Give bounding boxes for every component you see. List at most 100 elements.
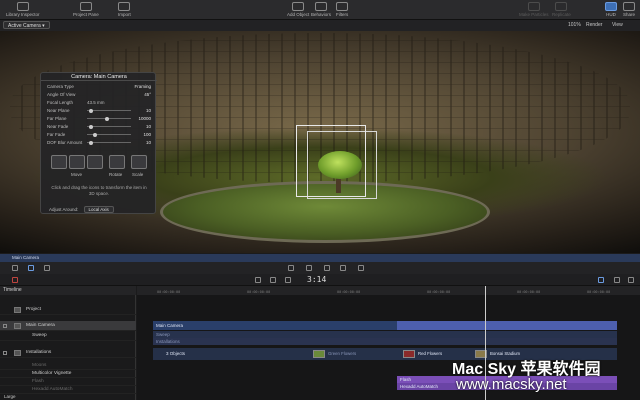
keyframe-toggle-icon[interactable] — [628, 277, 634, 283]
hud-help-text: Click and drag the icons to transform th… — [51, 185, 147, 196]
hud-row-near-plane[interactable]: Near Plane 10 — [47, 107, 153, 114]
add-object-icon — [292, 2, 305, 11]
layer-row-flash[interactable]: Flash — [0, 378, 136, 386]
import-label: Import — [118, 12, 131, 17]
library-inspector-button[interactable]: Library Inspector — [6, 2, 40, 17]
behaviors-icon — [315, 2, 327, 11]
record-icon[interactable] — [12, 277, 18, 283]
far-plane-slider[interactable] — [87, 116, 131, 121]
far-plane-value[interactable]: 10000 — [138, 115, 151, 122]
hud-row-far-fade[interactable]: Far Fade 100 — [47, 131, 153, 138]
near-fade-value[interactable]: 10 — [146, 123, 151, 130]
ruler-tick: 00:00:00:00 — [337, 290, 361, 294]
pen-tool-icon[interactable] — [306, 265, 312, 271]
layer-name: Main Camera — [26, 323, 55, 328]
behaviors-button[interactable]: Behaviors — [311, 2, 331, 17]
mini-timeline[interactable]: Main Camera — [0, 254, 640, 262]
row-size-menu[interactable]: Large — [4, 394, 16, 399]
share-button[interactable]: Share — [623, 2, 635, 17]
timecode-display[interactable]: 3:14 — [307, 275, 326, 284]
make-particles-label: Make Particles — [519, 12, 549, 17]
main-camera-selected-range[interactable] — [397, 321, 617, 330]
camera-type-value[interactable]: Framing — [134, 83, 151, 90]
main-camera-bar-label: Main Camera — [156, 323, 184, 328]
near-plane-slider[interactable] — [87, 108, 131, 113]
angle-value[interactable]: 45° — [144, 91, 151, 98]
move-xz-handle[interactable] — [87, 155, 103, 169]
installations-bar[interactable]: Installations — [153, 338, 617, 345]
active-camera-menu[interactable]: Active Camera ▾ — [3, 21, 50, 29]
near-plane-value[interactable]: 10 — [146, 107, 151, 114]
green-flowers-label: Green Flowers — [328, 351, 357, 356]
render-menu[interactable]: Render — [586, 22, 602, 28]
filters-button[interactable]: Filters — [336, 2, 348, 17]
hud-row-dof[interactable]: DOF Blur Amount 10 — [47, 139, 153, 146]
hud-row-focal[interactable]: Focal Length 43.5 mm — [47, 99, 153, 106]
paint-tool-icon[interactable] — [324, 265, 330, 271]
hud-row-near-fade[interactable]: Near Fade 10 — [47, 123, 153, 130]
scale-handle[interactable] — [131, 155, 147, 169]
project-pane-icon — [79, 2, 92, 11]
layer-checkbox[interactable] — [3, 351, 7, 355]
far-fade-slider[interactable] — [87, 132, 131, 137]
camera-tool-icon[interactable] — [44, 265, 50, 271]
slider-knob[interactable] — [89, 124, 93, 129]
installations-bar-label: Installations — [156, 339, 180, 344]
add-object-button[interactable]: Add Object — [287, 2, 309, 17]
shape-tool-icon[interactable] — [288, 265, 294, 271]
rotate-handle[interactable] — [109, 155, 125, 169]
layer-row-main-camera[interactable]: Main Camera — [0, 321, 136, 331]
layer-row-vignette[interactable]: Multicolor Vignette — [0, 370, 136, 378]
layer-row-moons[interactable]: Moons — [0, 362, 136, 370]
layer-checkbox[interactable] — [3, 324, 7, 328]
layer-name: Moons — [32, 363, 47, 368]
layer-row-installations[interactable]: Installations — [0, 348, 136, 358]
hud-row-angle[interactable]: Angle Of View 45° — [47, 91, 153, 98]
mask-tool-icon[interactable] — [358, 265, 364, 271]
replicate-button[interactable]: Replicate — [552, 2, 571, 17]
sweep-bar[interactable]: Sweep — [153, 331, 617, 338]
import-button[interactable]: Import — [118, 2, 131, 17]
make-particles-button[interactable]: Make Particles — [519, 2, 549, 17]
far-fade-value[interactable]: 100 — [143, 131, 151, 138]
go-to-start-icon[interactable] — [255, 277, 261, 283]
toolbar: Library Inspector Project Pane Import Ad… — [0, 0, 640, 20]
audio-toggle-icon[interactable] — [614, 277, 620, 283]
camera-hud[interactable]: Camera: Main Camera Camera Type Framing … — [40, 72, 157, 214]
ruler-tick: 00:00:00:00 — [157, 290, 181, 294]
slider-knob[interactable] — [105, 116, 109, 121]
far-plane-label: Far Plane — [47, 116, 67, 121]
dof-value[interactable]: 10 — [146, 139, 151, 146]
layer-row-hexadd[interactable]: Hexadd AutoMatch — [0, 386, 136, 394]
hud-row-far-plane[interactable]: Far Plane 10000 — [47, 115, 153, 122]
move-xy-handle[interactable] — [51, 155, 67, 169]
go-to-end-icon[interactable] — [285, 277, 291, 283]
project-pane-button[interactable]: Project Pane — [73, 2, 99, 17]
active-camera-label: Active Camera — [8, 23, 41, 29]
slider-knob[interactable] — [89, 140, 93, 145]
slider-knob[interactable] — [89, 108, 93, 113]
layer-row-sweep[interactable]: Sweep — [0, 331, 136, 341]
layer-row-project[interactable]: Project — [0, 305, 136, 315]
play-icon[interactable] — [270, 277, 276, 283]
focal-value[interactable]: 43.5 mm — [87, 99, 105, 106]
text-tool-icon[interactable] — [340, 265, 346, 271]
adjust-around-menu[interactable]: Local Axis — [83, 206, 114, 213]
hud-row-camera-type[interactable]: Camera Type Framing — [47, 83, 153, 90]
slider-knob[interactable] — [93, 132, 97, 137]
move-z-handle[interactable] — [69, 155, 85, 169]
filters-icon — [336, 2, 349, 11]
timeline-toggle-icon[interactable] — [598, 277, 604, 283]
objects-bar-label: 3 Objects — [166, 351, 186, 356]
dof-slider[interactable] — [87, 140, 131, 145]
orbit-tool-icon[interactable] — [28, 265, 34, 271]
timeline-ruler[interactable]: 00:00:00:00 00:00:00:00 00:00:00:00 00:0… — [137, 286, 640, 295]
red-flowers-label: Red Flowers — [418, 351, 443, 356]
library-inspector-icon — [16, 2, 29, 11]
view-menu[interactable]: View — [612, 22, 623, 28]
near-fade-slider[interactable] — [87, 124, 131, 129]
layer-name: Sweep — [32, 333, 47, 338]
zoom-level[interactable]: 101% — [568, 22, 581, 28]
hud-button[interactable]: HUD — [605, 2, 617, 17]
select-tool-icon[interactable] — [12, 265, 18, 271]
